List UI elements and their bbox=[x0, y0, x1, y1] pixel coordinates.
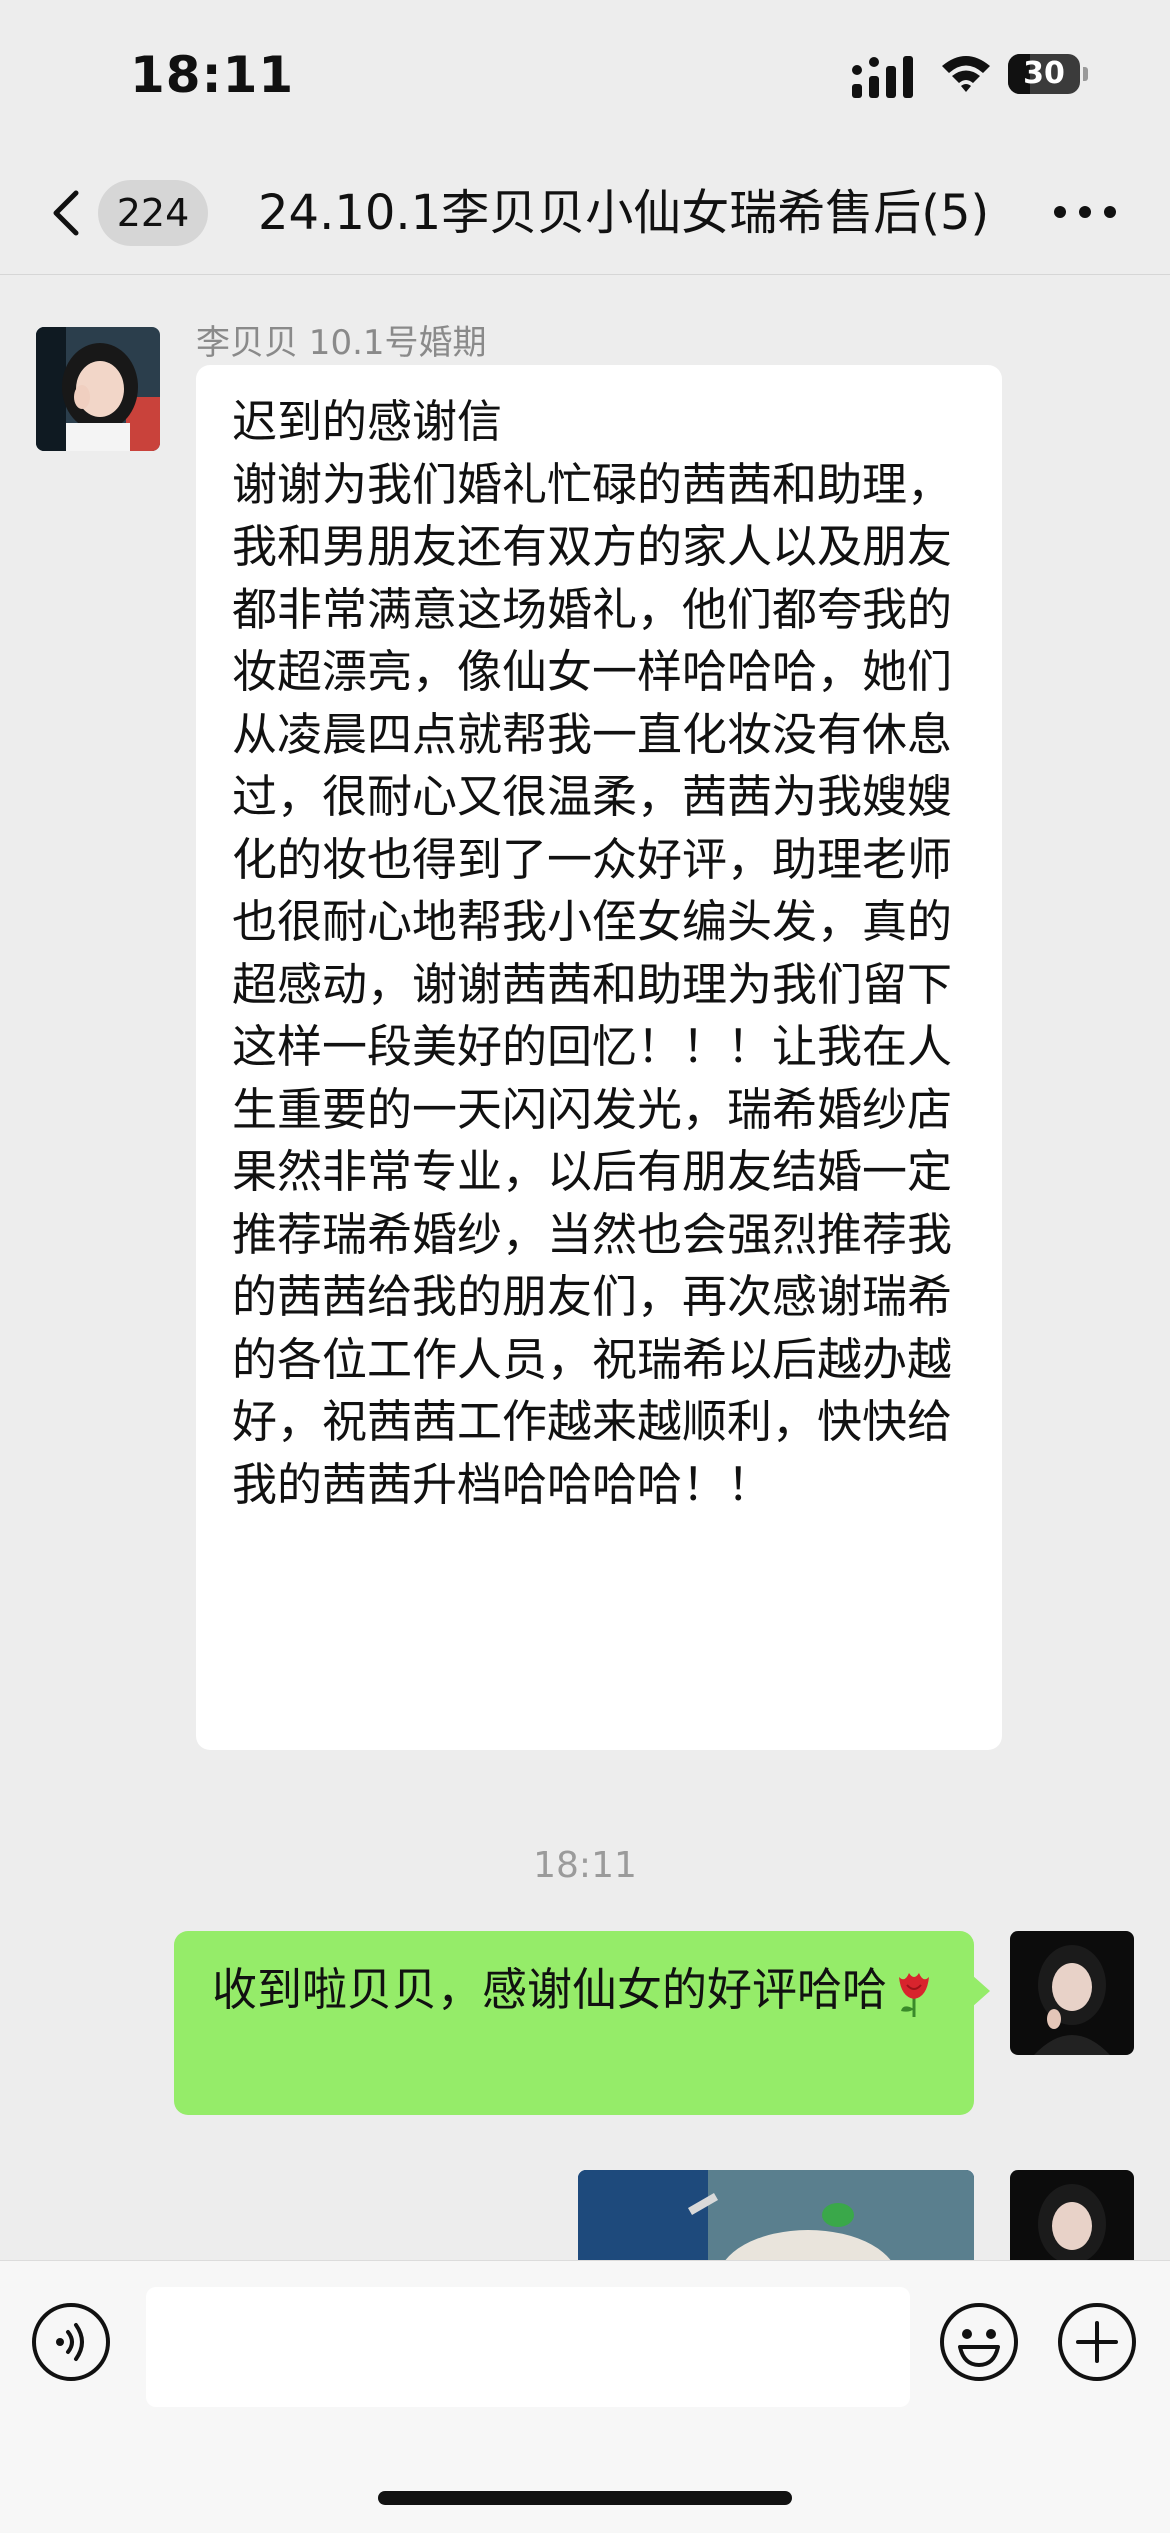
battery-icon: 30 bbox=[1008, 54, 1088, 94]
sender-name: 李贝贝 10.1号婚期 bbox=[196, 323, 487, 363]
sender-avatar[interactable] bbox=[36, 327, 160, 451]
wifi-icon bbox=[942, 56, 990, 92]
image-thumbnail bbox=[578, 2170, 974, 2260]
message-input[interactable] bbox=[146, 2287, 910, 2407]
smiley-icon[interactable] bbox=[938, 2301, 1020, 2383]
chat-title: 24.10.1李贝贝小仙女瑞希售后(5) bbox=[258, 185, 990, 241]
more-options-button[interactable] bbox=[1050, 190, 1120, 234]
my-avatar[interactable] bbox=[1010, 2170, 1134, 2260]
chat-header: 224 24.10.1李贝贝小仙女瑞希售后(5) bbox=[0, 150, 1170, 275]
message-timestamp: 18:11 bbox=[533, 1845, 637, 1886]
more-dot bbox=[1054, 206, 1066, 218]
status-time: 18:11 bbox=[130, 46, 295, 104]
avatar-image bbox=[36, 327, 160, 451]
bubble-tail bbox=[972, 1975, 990, 2007]
cellular-signal-icon bbox=[852, 56, 913, 98]
battery-percent: 30 bbox=[1023, 56, 1065, 91]
avatar-image bbox=[1010, 1931, 1134, 2055]
battery-body: 30 bbox=[1008, 54, 1080, 94]
voice-icon[interactable] bbox=[30, 2301, 112, 2383]
unread-count-badge: 224 bbox=[98, 180, 208, 246]
image-message[interactable] bbox=[578, 2170, 974, 2260]
input-bar bbox=[0, 2260, 1170, 2533]
incoming-message-bubble[interactable]: 迟到的感谢信 谢谢为我们婚礼忙碌的茜茜和助理，我和男朋友还有双方的家人以及朋友都… bbox=[196, 365, 1002, 1750]
outgoing-message-bubble[interactable]: 收到啦贝贝，感谢仙女的好评哈哈 bbox=[174, 1931, 990, 2115]
incoming-message-text: 迟到的感谢信 谢谢为我们婚礼忙碌的茜茜和助理，我和男朋友还有双方的家人以及朋友都… bbox=[232, 395, 953, 1511]
avatar-image bbox=[1010, 2170, 1134, 2260]
status-bar: 18:11 30 bbox=[0, 0, 1170, 150]
message-list[interactable]: 李贝贝 10.1号婚期 迟到的感谢信 谢谢为我们婚礼忙碌的茜茜和助理，我和男朋友… bbox=[0, 275, 1170, 2260]
plus-circle-icon[interactable] bbox=[1056, 2301, 1138, 2383]
more-dot bbox=[1079, 206, 1091, 218]
rose-icon bbox=[899, 1973, 930, 2017]
battery-cap bbox=[1083, 67, 1088, 81]
chevron-left-icon bbox=[53, 190, 79, 236]
my-avatar[interactable] bbox=[1010, 1931, 1134, 2055]
back-button[interactable]: 224 bbox=[40, 180, 230, 246]
outgoing-message-text: 收到啦贝贝，感谢仙女的好评哈哈 bbox=[212, 1959, 952, 2022]
home-indicator bbox=[378, 2491, 792, 2505]
more-dot bbox=[1104, 206, 1116, 218]
outgoing-message-label: 收到啦贝贝，感谢仙女的好评哈哈 bbox=[212, 1963, 888, 2016]
